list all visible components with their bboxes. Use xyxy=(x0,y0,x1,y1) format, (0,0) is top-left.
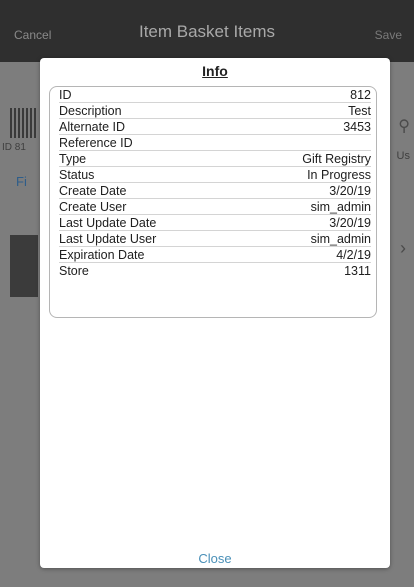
info-row-label: Reference ID xyxy=(59,135,133,150)
info-table: ID 812 Description Test Alternate ID 3453 Refe… xyxy=(49,86,377,318)
item-thumbnail xyxy=(10,235,38,297)
info-row-label: Type xyxy=(59,151,87,166)
info-row: Expiration Date 4/2/19 xyxy=(59,247,371,263)
close-button[interactable]: Close xyxy=(40,551,390,566)
info-row-value: 812 xyxy=(350,87,371,102)
info-row: Store 1311 xyxy=(59,263,371,279)
info-row-value: Test xyxy=(348,103,371,118)
info-row: Status In Progress xyxy=(59,167,371,183)
info-row-value: 4/2/19 xyxy=(336,247,371,262)
background-units-text: Us xyxy=(396,150,410,162)
info-row: Last Update User sim_admin xyxy=(59,231,371,247)
info-row-label: Alternate ID xyxy=(59,119,126,134)
info-row: Reference ID xyxy=(59,135,371,151)
chevron-right-icon: › xyxy=(400,238,406,258)
background-id-text: ID 81 xyxy=(2,142,26,153)
info-row-label: Last Update User xyxy=(59,231,157,246)
info-row-label: ID xyxy=(59,87,72,102)
info-row: Create User sim_admin xyxy=(59,199,371,215)
info-row-label: Store xyxy=(59,264,89,278)
info-row-label: Create Date xyxy=(59,183,127,198)
info-row-value: 3/20/19 xyxy=(329,183,371,198)
dialog-title: Info xyxy=(202,63,228,79)
page-title: Item Basket Items xyxy=(138,22,276,41)
info-row: Create Date 3/20/19 xyxy=(59,183,371,199)
info-dialog: Info ID 812 Description Test Alternate ID 345… xyxy=(40,58,390,568)
info-row-value: 3453 xyxy=(343,119,371,134)
info-row: Description Test xyxy=(59,103,371,119)
info-row-value: sim_admin xyxy=(310,199,371,214)
info-row-value: In Progress xyxy=(307,167,371,182)
info-row-label: Last Update Date xyxy=(59,215,157,230)
info-row: Type Gift Registry xyxy=(59,151,371,167)
info-row-label: Expiration Date xyxy=(59,247,145,262)
barcode-icon xyxy=(10,108,38,138)
info-row-value: 1311 xyxy=(344,264,371,278)
info-row-value: 3/20/19 xyxy=(329,215,371,230)
header-bar: Cancel Item Basket Items Save xyxy=(0,0,414,62)
info-row-value: Gift Registry xyxy=(302,151,371,166)
search-icon: ⚲ xyxy=(398,118,410,135)
info-row: Alternate ID 3453 xyxy=(59,119,371,135)
info-row-label: Status xyxy=(59,167,95,182)
info-row: ID 812 xyxy=(59,87,371,103)
info-row-value: sim_admin xyxy=(310,231,371,246)
info-row-label: Create User xyxy=(59,199,127,214)
background-filter-link: Fi xyxy=(16,174,27,189)
info-row-label: Description xyxy=(59,103,122,118)
info-row: Last Update Date 3/20/19 xyxy=(59,215,371,231)
save-button[interactable]: Save xyxy=(375,28,402,42)
